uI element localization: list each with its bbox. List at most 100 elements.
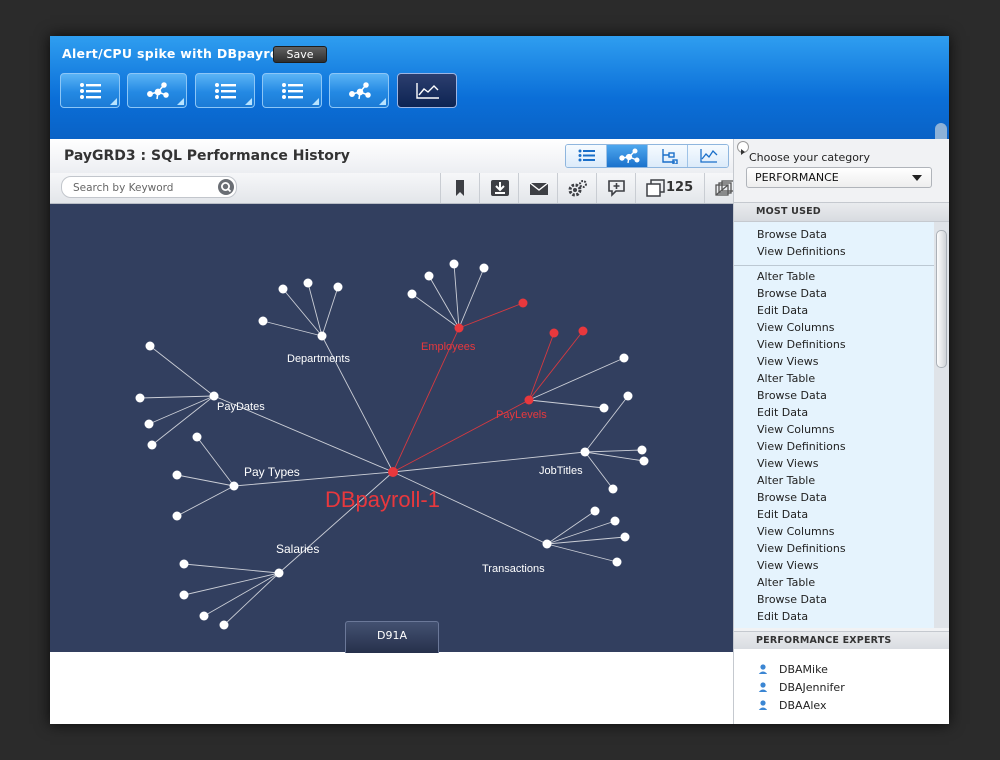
most-used-item[interactable]: View Views [757,457,818,470]
graph-leaf-node[interactable] [145,341,155,351]
dropdown-corner [245,98,252,105]
list-icon [282,83,303,99]
graph-leaf-node[interactable] [199,611,209,621]
graph-leaf-node[interactable] [590,506,600,516]
graph-leaf-node[interactable] [303,278,313,288]
most-used-item[interactable]: View Definitions [757,440,846,453]
graph-edge [584,451,645,462]
graph-leaf-node[interactable] [424,271,434,281]
graph-center-node[interactable] [388,467,398,477]
graph-leaf-node[interactable] [608,484,618,494]
graph-hub-node[interactable] [580,447,590,457]
graph-leaf-node[interactable] [479,263,489,273]
toolbar: 125 [50,173,735,204]
settings-button[interactable] [557,173,596,203]
most-used-item[interactable]: Alter Table [757,270,815,283]
graph-leaf-node[interactable] [172,470,182,480]
most-used-item[interactable]: Edit Data [757,610,808,623]
graph-leaf-node[interactable] [144,419,154,429]
list-view-button-1[interactable] [60,73,120,108]
graph-leaf-node[interactable] [549,328,559,338]
graph-leaf-node[interactable] [407,289,417,299]
most-used-item[interactable]: View Views [757,559,818,572]
most-used-item[interactable]: View Columns [757,321,834,334]
network-view-button-2[interactable] [329,73,389,108]
view-list-button[interactable] [566,145,607,167]
list-view-button-3[interactable] [262,73,322,108]
graph-leaf-node[interactable] [619,353,629,363]
graph-leaf-node[interactable] [599,403,609,413]
most-used-item[interactable]: Browse Data [757,228,827,241]
graph-leaf-node[interactable] [179,590,189,600]
most-used-item[interactable]: Edit Data [757,508,808,521]
graph-leaf-node[interactable] [623,391,633,401]
graph-leaf-node[interactable] [639,456,649,466]
most-used-item[interactable]: View Columns [757,525,834,538]
most-used-item[interactable]: View Views [757,355,818,368]
most-used-item[interactable]: Alter Table [757,576,815,589]
most-used-item[interactable]: Alter Table [757,372,815,385]
graph-hub-node[interactable] [274,568,284,578]
view-chart-button[interactable] [688,145,728,167]
comment-button[interactable] [596,173,635,203]
graph-edge [528,399,605,409]
graph-hub-node[interactable] [229,481,239,491]
vertical-scrollbar[interactable] [934,222,949,628]
graph-leaf-node[interactable] [610,516,620,526]
node-label-jobtitles: JobTitles [539,465,583,477]
download-button[interactable] [479,173,518,203]
graph-leaf-node[interactable] [147,440,157,450]
node-label-pay-types: Pay Types [244,465,300,479]
category-select[interactable]: PERFORMANCE [746,167,932,188]
graph-leaf-node[interactable] [578,326,588,336]
graph-leaf-node[interactable] [518,298,528,308]
graph-edge [149,345,215,397]
scrollbar-thumb[interactable] [936,230,947,368]
mail-button[interactable] [518,173,557,203]
view-network-button[interactable] [606,145,648,167]
network-view-button-1[interactable] [127,73,187,108]
most-used-item[interactable]: Browse Data [757,593,827,606]
most-used-item[interactable]: Alter Table [757,474,815,487]
graph-leaf-node[interactable] [278,284,288,294]
graph-hub-node[interactable] [542,539,552,549]
user-icon [758,700,767,710]
gears-icon [568,180,587,197]
d91a-button[interactable]: D91A [345,621,439,653]
graph-leaf-node[interactable] [620,532,630,542]
graph-leaf-node[interactable] [333,282,343,292]
most-used-item[interactable]: Edit Data [757,406,808,419]
view-tree-button[interactable] [647,145,689,167]
most-used-item[interactable]: View Definitions [757,338,846,351]
graph-leaf-node[interactable] [135,393,145,403]
most-used-item[interactable]: View Definitions [757,542,846,555]
graph-edge [262,320,323,337]
save-button[interactable]: Save [273,46,327,63]
most-used-item[interactable]: Browse Data [757,491,827,504]
graph-leaf-node[interactable] [219,620,229,630]
most-used-item[interactable]: View Definitions [757,245,846,258]
graph-leaf-node[interactable] [637,445,647,455]
most-used-item[interactable]: Edit Data [757,304,808,317]
search-input[interactable] [71,179,215,196]
graph-leaf-node[interactable] [192,432,202,442]
graph-hub-node[interactable] [454,323,464,333]
graph-leaf-node[interactable] [449,259,459,269]
bookmark-button[interactable] [440,173,479,203]
list-view-button-2[interactable] [195,73,255,108]
graph-hub-node[interactable] [317,331,327,341]
graph-hub-node[interactable] [209,391,219,401]
most-used-item[interactable]: Browse Data [757,287,827,300]
collapse-panel-button[interactable] [737,141,749,155]
search-icon[interactable] [218,179,234,195]
copies-counter[interactable]: 125 [635,173,704,203]
graph-leaf-node[interactable] [258,316,268,326]
most-used-item[interactable]: Browse Data [757,389,827,402]
graph-leaf-node[interactable] [172,511,182,521]
graph-hub-node[interactable] [524,395,534,405]
chart-view-button[interactable] [397,73,457,108]
graph-leaf-node[interactable] [179,559,189,569]
graph-leaf-node[interactable] [612,557,622,567]
most-used-item[interactable]: View Columns [757,423,834,436]
scroll-up-button[interactable] [935,123,947,139]
